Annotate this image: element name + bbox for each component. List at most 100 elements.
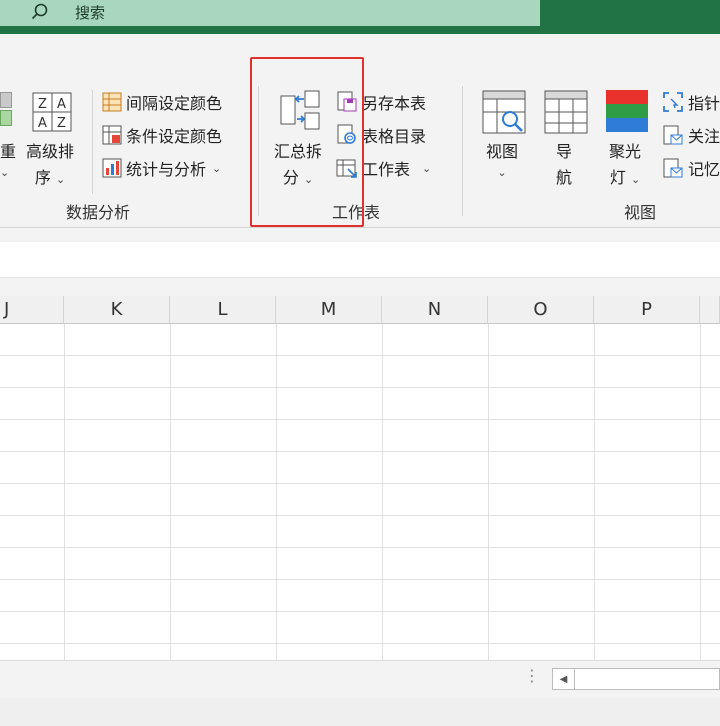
- follow-label: 关注: [688, 127, 720, 146]
- memory-label: 记忆: [688, 160, 720, 179]
- dedupe-icon: [0, 92, 12, 128]
- view-label: 视图: [486, 142, 519, 161]
- memory-icon: [663, 158, 683, 178]
- navigation-label-2: 航: [556, 168, 573, 187]
- ribbon-divider: [258, 86, 259, 216]
- navigation-label-1: 导: [556, 142, 573, 161]
- table-toc-button[interactable]: 表格目录: [336, 123, 426, 147]
- dedupe-button[interactable]: 重 ⌄: [0, 138, 16, 179]
- chevron-down-icon: ⌄: [55, 173, 66, 186]
- table-row[interactable]: [0, 484, 720, 516]
- table-row[interactable]: [0, 516, 720, 548]
- navigation-button[interactable]: 导 航: [556, 138, 572, 188]
- summary-split-label-2: 分: [282, 168, 299, 187]
- table-toc-icon: [337, 124, 356, 144]
- svg-text:A: A: [38, 116, 47, 131]
- scroll-left-icon[interactable]: ◀: [553, 669, 575, 689]
- column-header-partial[interactable]: [700, 296, 720, 324]
- search-box[interactable]: 搜索: [0, 0, 540, 26]
- column-gridline: [64, 324, 65, 660]
- view-button[interactable]: 视图 ⌄: [486, 138, 518, 179]
- table-row[interactable]: [0, 356, 720, 388]
- table-row[interactable]: [0, 324, 720, 356]
- summary-split-label-1: 汇总拆: [274, 142, 323, 161]
- stats-analysis-button[interactable]: 统计与分析 ⌄: [102, 156, 221, 180]
- interval-color-label: 间隔设定颜色: [126, 94, 223, 113]
- table-row[interactable]: [0, 644, 720, 660]
- save-sheet-label: 另存本表: [362, 94, 427, 113]
- group-label-data-analysis: 数据分析: [66, 203, 131, 222]
- splitter-handle-icon[interactable]: ⋮: [524, 666, 540, 685]
- column-gridline: [594, 324, 595, 660]
- table-row[interactable]: [0, 420, 720, 452]
- pointer-icon: [663, 92, 683, 112]
- condition-color-button[interactable]: 条件设定颜色: [102, 123, 222, 147]
- column-gridline: [276, 324, 277, 660]
- spotlight-button[interactable]: 聚光 灯 ⌄: [609, 138, 641, 188]
- formula-bar[interactable]: [0, 242, 720, 278]
- bottom-bar: [0, 698, 720, 726]
- table-row[interactable]: [0, 388, 720, 420]
- group-label-view: 视图: [624, 203, 657, 222]
- worksheet-button[interactable]: 工作表 ⌄: [336, 156, 431, 180]
- save-sheet-button[interactable]: 另存本表: [336, 90, 426, 114]
- worksheet-icon: [336, 159, 357, 178]
- pointer-button[interactable]: 指针: [662, 90, 720, 114]
- advanced-sort-button[interactable]: 高级排 序 ⌄: [26, 138, 74, 188]
- follow-button[interactable]: 关注: [662, 123, 720, 147]
- search-placeholder: 搜索: [75, 4, 106, 22]
- column-header-m[interactable]: M: [276, 296, 382, 324]
- group-label-worksheet: 工作表: [332, 203, 381, 222]
- memory-button[interactable]: 记忆: [662, 156, 720, 180]
- condition-color-label: 条件设定颜色: [126, 127, 223, 146]
- chevron-down-icon: ⌄: [497, 166, 507, 179]
- interval-color-icon: [102, 92, 122, 112]
- column-gridline: [700, 324, 701, 660]
- advanced-sort-label-2: 序: [34, 168, 51, 187]
- spotlight-label-1: 聚光: [609, 142, 642, 161]
- interval-color-button[interactable]: 间隔设定颜色: [102, 90, 222, 114]
- chevron-down-icon: ⌄: [422, 161, 432, 175]
- summary-split-icon: [280, 90, 320, 130]
- column-header-o[interactable]: O: [488, 296, 594, 324]
- table-row[interactable]: [0, 548, 720, 580]
- chevron-down-icon: ⌄: [212, 161, 222, 175]
- advanced-sort-label-1: 高级排: [26, 142, 75, 161]
- ribbon: 重 ⌄ Z A A Z 高级排 序 ⌄ 间隔设定颜色 条件设定颜色 统计与分析 …: [0, 34, 720, 228]
- spotlight-label-2: 灯: [609, 168, 626, 187]
- table-row[interactable]: [0, 612, 720, 644]
- column-header-n[interactable]: N: [382, 296, 488, 324]
- column-gridline: [382, 324, 383, 660]
- column-header-p[interactable]: P: [594, 296, 700, 324]
- svg-text:A: A: [57, 97, 66, 112]
- svg-text:Z: Z: [38, 97, 47, 112]
- table-toc-label: 表格目录: [362, 127, 427, 146]
- chevron-down-icon: ⌄: [630, 173, 641, 186]
- ribbon-divider: [92, 90, 93, 194]
- condition-color-icon: [102, 125, 122, 145]
- svg-text:Z: Z: [57, 116, 66, 131]
- column-header-k[interactable]: K: [64, 296, 170, 324]
- spreadsheet-grid[interactable]: J K L M N O P: [0, 296, 720, 660]
- ribbon-divider: [462, 86, 463, 216]
- dedupe-label: 重: [0, 142, 17, 161]
- table-row[interactable]: [0, 580, 720, 612]
- worksheet-label: 工作表: [362, 160, 411, 179]
- summary-split-button[interactable]: 汇总拆 分 ⌄: [274, 138, 322, 188]
- horizontal-scrollbar[interactable]: ◀: [552, 668, 720, 690]
- sort-icon: Z A A Z: [32, 92, 72, 132]
- follow-icon: [663, 125, 683, 145]
- stats-analysis-icon: [102, 158, 122, 178]
- navigation-icon: [544, 90, 588, 134]
- column-header-l[interactable]: L: [170, 296, 276, 324]
- column-gridline: [488, 324, 489, 660]
- view-icon: [482, 90, 526, 134]
- stats-analysis-label: 统计与分析: [126, 160, 207, 179]
- pointer-label: 指针: [688, 94, 720, 113]
- column-header-j[interactable]: J: [0, 296, 64, 324]
- save-sheet-icon: [337, 91, 357, 112]
- search-icon: [31, 3, 48, 20]
- chevron-down-icon: ⌄: [0, 166, 10, 179]
- table-row[interactable]: [0, 452, 720, 484]
- column-gridline: [170, 324, 171, 660]
